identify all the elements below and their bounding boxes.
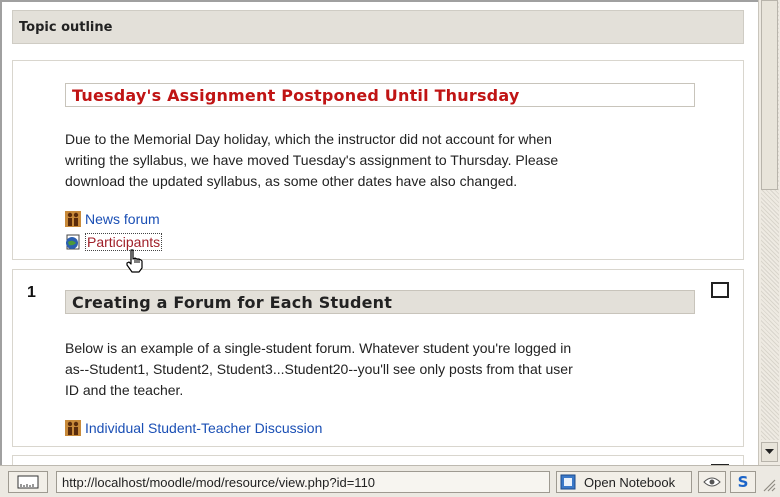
summary-line: download the updated syllabus, as some o…	[65, 173, 518, 189]
summary-line: Below is an example of a single-student …	[65, 340, 572, 356]
section-0-title: Tuesday's Assignment Postponed Until Thu…	[65, 83, 695, 107]
resize-grip-icon[interactable]	[760, 476, 776, 492]
section-1-title: Creating a Forum for Each Student	[65, 290, 695, 314]
activity-participants[interactable]: Participants	[65, 232, 163, 252]
activity-label[interactable]: News forum	[85, 211, 160, 227]
section-1: 1 Creating a Forum for Each Student Belo…	[12, 269, 744, 447]
open-notebook-label[interactable]: Open Notebook	[584, 475, 675, 490]
notebook-icon	[560, 474, 576, 490]
activity-student-teacher-discussion[interactable]: Individual Student-Teacher Discussion	[65, 418, 322, 438]
section-0-summary: Due to the Memorial Day holiday, which t…	[65, 129, 705, 192]
summary-line: Due to the Memorial Day holiday, which t…	[65, 131, 552, 147]
status-bar: http://localhost/moodle/mod/resource/vie…	[0, 465, 780, 497]
forum-icon	[65, 211, 81, 227]
eye-button[interactable]	[698, 471, 726, 493]
forum-icon	[65, 420, 81, 436]
topic-outline-title: Topic outline	[19, 20, 113, 35]
summary-line: writing the syllabus, we have moved Tues…	[65, 152, 559, 168]
status-url: http://localhost/moodle/mod/resource/vie…	[56, 471, 550, 493]
summary-line: ID and the teacher.	[65, 382, 184, 398]
section-1-summary: Below is an example of a single-student …	[65, 338, 705, 401]
section-0: Tuesday's Assignment Postponed Until Thu…	[12, 60, 744, 260]
page-ruler-icon	[17, 475, 39, 489]
topic-outline-header: Topic outline	[12, 10, 744, 44]
scroll-down-button[interactable]	[761, 442, 778, 462]
open-notebook-button[interactable]: Open Notebook	[556, 471, 692, 493]
section-number: 1	[27, 284, 36, 301]
globe-icon	[66, 234, 80, 250]
scroll-thumb[interactable]	[761, 0, 778, 190]
highlight-toggle-box[interactable]	[711, 282, 729, 298]
summary-line: as--Student1, Student2, Student3...Stude…	[65, 361, 573, 377]
eye-icon	[703, 477, 721, 487]
hand-cursor-icon	[126, 249, 143, 273]
activity-news-forum[interactable]: News forum	[65, 209, 160, 229]
section-2	[12, 455, 744, 465]
s-extension-button[interactable]: S	[730, 471, 756, 493]
triangle-down-icon	[765, 449, 774, 454]
activity-label[interactable]: Individual Student-Teacher Discussion	[85, 420, 322, 436]
course-content: Topic outline Tuesday's Assignment Postp…	[0, 0, 758, 465]
vertical-scrollbar[interactable]	[758, 0, 780, 465]
page-status-icon-box[interactable]	[8, 471, 48, 493]
